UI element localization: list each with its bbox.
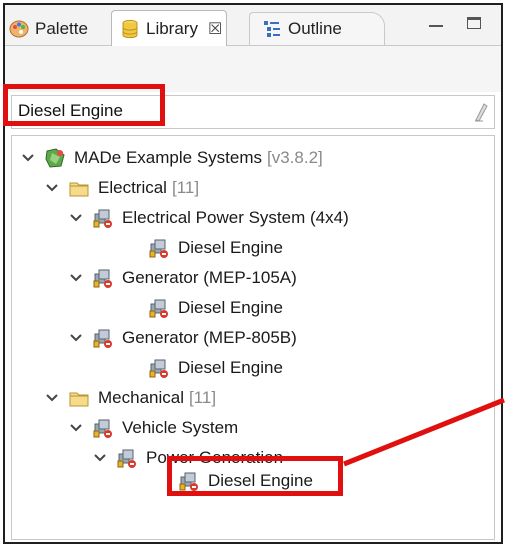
palette-icon [9,19,29,39]
database-icon [120,19,140,39]
chevron-down-icon[interactable] [68,210,84,226]
tree-item-diesel-engine[interactable]: Diesel Engine [178,467,313,495]
chevron-down-icon[interactable] [92,450,108,466]
tree-item-electrical-power-system[interactable]: Electrical Power System (4x4) [68,204,349,232]
tree-item-label: Diesel Engine [208,471,313,490]
tree-item-diesel-engine[interactable]: Diesel Engine [148,294,283,322]
tree-item-label: MADe Example Systems [74,148,262,167]
tree-item-label: Diesel Engine [178,298,283,317]
tree-item-label: Generator (MEP-105A) [122,268,297,287]
component-icon [148,357,170,379]
tree-item-label: Vehicle System [122,418,239,437]
close-tab-icon[interactable]: ☒ [208,19,222,39]
chevron-down-icon[interactable] [44,390,60,406]
tree-item-label: Diesel Engine [178,238,283,257]
component-icon [148,297,170,319]
chevron-down-icon[interactable] [68,420,84,436]
tab-palette-label: Palette [35,19,88,38]
system-model-icon [92,267,114,289]
chevron-down-icon[interactable] [44,180,60,196]
tree-item-mechanical[interactable]: Mechanical [11] [44,384,216,412]
folder-icon [68,177,90,199]
tree-item-generator-mep-105a[interactable]: Generator (MEP-105A) [68,264,297,292]
component-icon [148,237,170,259]
tree-item-diesel-engine[interactable]: Diesel Engine [148,234,283,262]
clear-search-icon[interactable] [472,102,488,122]
tab-outline[interactable]: Outline [249,12,385,45]
tree-item-label: Power Generation [146,448,284,467]
tree-item-label: Diesel Engine [178,358,283,377]
tree-item-made-example-systems[interactable]: MADe Example Systems [v3.8.2] [20,144,323,172]
tab-palette[interactable]: Palette [9,13,88,45]
chevron-down-icon[interactable] [68,270,84,286]
system-model-icon [92,207,114,229]
view-tab-bar: Palette Library ☒ Outline [5,5,501,46]
item-count: [11] [171,178,200,197]
tree-item-generator-mep-805b[interactable]: Generator (MEP-805B) [68,324,297,352]
item-count: [11] [189,388,217,407]
tab-outline-label: Outline [288,19,342,38]
library-tree: MADe Example Systems [v3.8.2] Electrical… [11,135,495,540]
folder-icon [68,387,90,409]
outline-icon [262,19,282,39]
system-model-icon [116,447,138,469]
tree-item-electrical[interactable]: Electrical [11] [44,174,199,202]
tree-item-diesel-engine[interactable]: Diesel Engine [148,354,283,382]
tab-library[interactable]: Library ☒ [111,10,227,46]
system-model-icon [92,327,114,349]
view-toolbar [5,46,501,92]
search-input[interactable] [14,98,462,124]
tree-item-label: Electrical [98,178,167,197]
system-library-icon [44,147,66,169]
system-model-icon [92,417,114,439]
tree-item-label: Electrical Power System (4x4) [122,208,349,227]
tab-library-label: Library [146,18,198,38]
library-view-panel: Palette Library ☒ Outline MA [3,3,503,544]
minimize-icon[interactable] [429,25,443,27]
chevron-down-icon[interactable] [68,330,84,346]
tree-item-label: Generator (MEP-805B) [122,328,297,347]
search-field[interactable] [11,95,495,129]
component-icon [178,470,200,492]
maximize-icon[interactable] [467,17,481,29]
tree-item-label: Mechanical [98,388,184,407]
tree-item-vehicle-system[interactable]: Vehicle System [68,414,238,442]
version-label: [v3.8.2] [267,148,323,167]
chevron-down-icon[interactable] [20,150,36,166]
